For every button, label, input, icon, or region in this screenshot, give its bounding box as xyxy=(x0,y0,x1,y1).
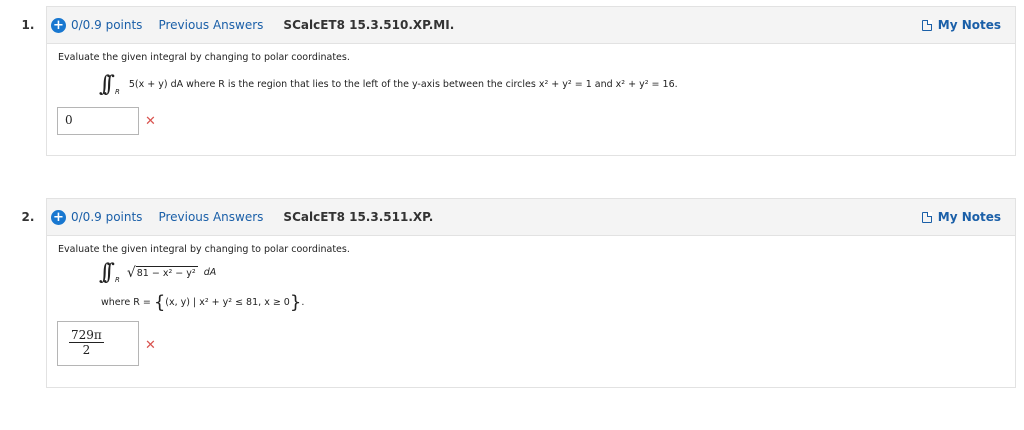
x-mark-icon: ✕ xyxy=(145,338,156,353)
double-integral-symbol: ∫∫ xyxy=(99,72,115,97)
my-notes-button[interactable]: My Notes xyxy=(921,18,1001,32)
integrand-text: 5(x + y) dA where R is the region that l… xyxy=(128,79,678,90)
points-link[interactable]: 0/0.9 points xyxy=(71,210,142,224)
radicand: 81 − x² − y² xyxy=(135,265,198,279)
region-label: where R = xyxy=(101,297,151,308)
answer-value: 0 xyxy=(65,113,73,127)
question-body: Evaluate the given integral by changing … xyxy=(46,236,1016,388)
question-header: + 0/0.9 points Previous Answers SCalcET8… xyxy=(46,6,1016,44)
answer-input[interactable]: 729π 2 xyxy=(57,321,139,366)
question-header: + 0/0.9 points Previous Answers SCalcET8… xyxy=(46,198,1016,236)
square-root: √ 81 − x² − y² xyxy=(126,264,198,281)
notes-icon xyxy=(921,19,932,31)
question-prompt: Evaluate the given integral by changing … xyxy=(58,52,350,63)
previous-answers-link[interactable]: Previous Answers xyxy=(158,18,263,32)
answer-numerator: 729π xyxy=(69,328,104,343)
question-code: SCalcET8 15.3.511.XP. xyxy=(283,210,434,224)
question-prompt: Evaluate the given integral by changing … xyxy=(58,244,350,255)
region-set: (x, y) | x² + y² ≤ 81, x ≥ 0 xyxy=(165,297,290,308)
question-1: 1. + 0/0.9 points Previous Answers SCalc… xyxy=(10,6,1016,156)
left-brace: { xyxy=(153,292,166,313)
integrand-suffix: dA xyxy=(203,267,217,278)
double-integral-symbol: ∫∫ xyxy=(99,260,115,285)
region-subscript: R xyxy=(114,276,120,284)
question-number: 1. xyxy=(21,18,35,32)
notes-icon xyxy=(921,211,932,223)
plus-circle-icon[interactable]: + xyxy=(51,209,66,225)
my-notes-button[interactable]: My Notes xyxy=(921,210,1001,224)
right-brace: } xyxy=(289,292,302,313)
x-mark-icon: ✕ xyxy=(145,114,156,129)
question-2: 2. + 0/0.9 points Previous Answers SCalc… xyxy=(10,198,1016,388)
answer-denominator: 2 xyxy=(82,343,91,357)
region-definition: where R = {(x, y) | x² + y² ≤ 81, x ≥ 0}… xyxy=(101,292,305,313)
region-subscript: R xyxy=(114,88,120,96)
question-body: Evaluate the given integral by changing … xyxy=(46,44,1016,156)
my-notes-label: My Notes xyxy=(937,18,1001,32)
my-notes-label: My Notes xyxy=(937,210,1001,224)
radical-symbol: √ xyxy=(126,264,136,281)
integral-expression: ∫∫ R √ 81 − x² − y² dA xyxy=(99,260,216,285)
question-number: 2. xyxy=(21,210,35,224)
points-link[interactable]: 0/0.9 points xyxy=(71,18,142,32)
answer-fraction: 729π 2 xyxy=(69,328,104,357)
previous-answers-link[interactable]: Previous Answers xyxy=(158,210,263,224)
question-code: SCalcET8 15.3.510.XP.MI. xyxy=(283,18,455,32)
integral-expression: ∫∫ R 5(x + y) dA where R is the region th… xyxy=(99,72,678,97)
answer-input[interactable]: 0 xyxy=(57,107,139,135)
plus-circle-icon[interactable]: + xyxy=(51,17,66,33)
